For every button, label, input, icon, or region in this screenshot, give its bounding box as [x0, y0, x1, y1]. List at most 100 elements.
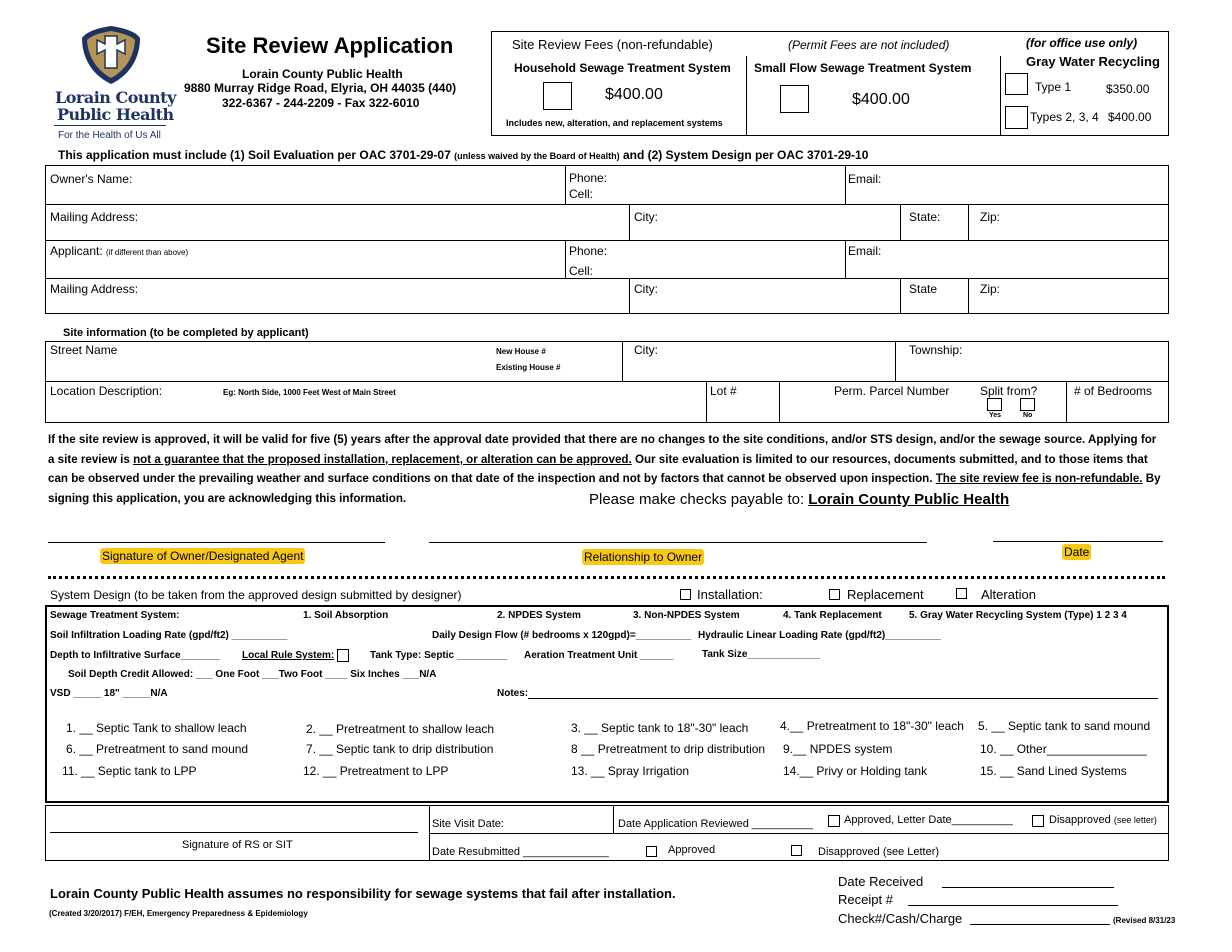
parcel-number-field[interactable]: Perm. Parcel Number	[834, 384, 949, 398]
installation-label: Installation:	[697, 587, 763, 602]
date-received-label: Date Received	[838, 874, 924, 889]
owner-cell-field[interactable]: Cell:	[569, 187, 593, 201]
applicant-city-field[interactable]: City:	[634, 282, 658, 296]
system-option-13[interactable]: 13. __ Spray Irrigation	[571, 764, 689, 778]
tank-size-field[interactable]: Tank Size_____________	[702, 649, 820, 660]
disapproved-checkbox[interactable]	[791, 845, 802, 856]
owner-email-field[interactable]: Email:	[848, 172, 881, 186]
checks-payable: Please make checks payable to: Lorain Co…	[589, 491, 1009, 508]
org-address: 9880 Murray Ridge Road, Elyria, OH 44035…	[184, 81, 457, 95]
smallflow-label: Small Flow Sewage Treatment System	[754, 61, 972, 75]
applicant-cell-field[interactable]: Cell:	[569, 264, 593, 278]
system-option-4[interactable]: 4.__ Pretreatment to 18"-30" leach	[780, 719, 964, 733]
system-option-7[interactable]: 7. __ Septic tank to drip distribution	[306, 742, 493, 756]
option-soil-absorption[interactable]: 1. Soil Absorption	[303, 610, 388, 621]
site-city-field[interactable]: City:	[634, 343, 658, 357]
soil-depth-credit-field[interactable]: Soil Depth Credit Allowed: ___ One Foot …	[68, 669, 436, 680]
receipt-line[interactable]	[908, 905, 1118, 906]
option-non-npdes[interactable]: 3. Non-NPDES System	[633, 610, 740, 621]
new-house-field[interactable]: New House #	[496, 347, 546, 356]
system-option-9[interactable]: 9.__ NPDES system	[783, 742, 892, 756]
local-rule-checkbox[interactable]	[337, 649, 349, 662]
smallflow-checkbox[interactable]	[780, 85, 809, 113]
aeration-unit-field[interactable]: Aeration Treatment Unit ______	[524, 650, 674, 661]
split-yes-checkbox[interactable]	[987, 398, 1002, 411]
owner-state-field[interactable]: State:	[909, 210, 940, 224]
street-name-field[interactable]: Street Name	[50, 343, 117, 357]
tank-type-field[interactable]: Tank Type: Septic _________	[370, 650, 507, 661]
date-reviewed-field[interactable]: Date Application Reviewed __________	[618, 818, 813, 830]
smallflow-price: $400.00	[852, 91, 910, 108]
system-option-3[interactable]: 3. __ Septic tank to 18"-30" leach	[571, 721, 748, 735]
system-option-8[interactable]: 8 __ Pretreatment to drip distribution	[571, 742, 765, 756]
existing-house-field[interactable]: Existing House #	[496, 363, 560, 372]
owner-zip-field[interactable]: Zip:	[980, 210, 1000, 224]
applicant-mailing-field[interactable]: Mailing Address:	[50, 282, 138, 296]
option-gray-water[interactable]: 5. Gray Water Recycling System (Type) 1 …	[909, 610, 1127, 621]
household-price: $400.00	[605, 86, 663, 103]
lcph-shield-logo-icon	[82, 26, 140, 84]
soil-loading-rate-field[interactable]: Soil Infiltration Loading Rate (gpd/ft2)…	[50, 630, 287, 641]
rs-signature-line[interactable]	[50, 832, 418, 833]
system-option-15[interactable]: 15. __ Sand Lined Systems	[980, 764, 1127, 778]
date-resubmitted-field[interactable]: Date Resubmitted ______________	[432, 846, 609, 858]
approved-letter-checkbox[interactable]	[828, 815, 840, 827]
check-cash-charge-line[interactable]	[970, 924, 1110, 925]
split-yes-label: Yes	[989, 412, 1002, 419]
system-option-11[interactable]: 11. __ Septic tank to LPP	[62, 764, 197, 778]
depth-infiltrative-field[interactable]: Depth to Infiltrative Surface_______	[50, 650, 220, 661]
household-checkbox[interactable]	[543, 82, 572, 110]
option-npdes[interactable]: 2. NPDES System	[497, 610, 581, 621]
replacement-checkbox[interactable]	[829, 589, 840, 600]
system-option-10[interactable]: 10. __ Other_______________	[980, 742, 1147, 756]
applicant-field[interactable]: Applicant: (if different than above)	[50, 244, 188, 258]
alteration-checkbox[interactable]	[956, 588, 967, 599]
owner-signature-line[interactable]	[48, 542, 385, 543]
type1-label: Type 1	[1035, 80, 1072, 94]
type1-price: $350.00	[1106, 82, 1150, 96]
notes-line[interactable]	[528, 698, 1158, 699]
owner-city-field[interactable]: City:	[634, 210, 658, 224]
fees-heading: Site Review Fees (non-refundable)	[512, 37, 713, 52]
location-description-field[interactable]: Location Description:	[50, 384, 162, 398]
system-option-5[interactable]: 5. __ Septic tank to sand mound	[978, 719, 1150, 733]
approved-letter-label: Approved, Letter Date__________	[844, 814, 1013, 826]
bedrooms-field[interactable]: # of Bedrooms	[1074, 384, 1152, 398]
applicant-label: Applicant:	[50, 244, 107, 258]
applicant-email-field[interactable]: Email:	[848, 244, 881, 258]
township-field[interactable]: Township:	[909, 343, 962, 357]
applicant-zip-field[interactable]: Zip:	[980, 282, 1000, 296]
disapproved-letter-checkbox[interactable]	[1032, 815, 1044, 827]
system-option-2[interactable]: 2. __ Pretreatment to shallow leach	[306, 722, 494, 736]
owner-phone-field[interactable]: Phone:	[569, 171, 607, 185]
lot-field[interactable]: Lot #	[710, 384, 737, 398]
approved-checkbox[interactable]	[646, 846, 657, 857]
date-received-line[interactable]	[942, 887, 1114, 888]
applicant-state-field[interactable]: State	[909, 282, 937, 296]
daily-design-flow-field[interactable]: Daily Design Flow (# bedrooms x 120gpd)=…	[432, 630, 691, 641]
notes-label: Notes:	[497, 688, 529, 699]
owner-name-field[interactable]: Owner's Name:	[50, 172, 132, 186]
rs-signature-label: Signature of RS or SIT	[182, 839, 293, 851]
installation-checkbox[interactable]	[680, 589, 691, 600]
fees-divider	[1000, 56, 1001, 136]
hydraulic-loading-rate-field[interactable]: Hydraulic Linear Loading Rate (gpd/ft2)_…	[698, 630, 941, 641]
system-option-6[interactable]: 6. __ Pretreatment to sand mound	[66, 742, 248, 756]
system-option-14[interactable]: 14.__ Privy or Holding tank	[783, 764, 927, 778]
split-no-checkbox[interactable]	[1020, 398, 1035, 411]
system-option-1[interactable]: 1. __ Septic Tank to shallow leach	[66, 721, 247, 735]
alteration-label: Alteration	[981, 587, 1036, 602]
date-line[interactable]	[993, 541, 1163, 542]
household-note: Includes new, alteration, and replacemen…	[506, 118, 723, 128]
site-visit-date-field[interactable]: Site Visit Date:	[432, 818, 504, 830]
applicant-phone-field[interactable]: Phone:	[569, 244, 607, 258]
type1-checkbox[interactable]	[1005, 73, 1028, 95]
vsd-field[interactable]: VSD _____ 18" _____N/A	[50, 688, 168, 699]
checks-label: Please make checks payable to:	[589, 491, 809, 508]
types234-checkbox[interactable]	[1005, 106, 1028, 129]
relationship-line[interactable]	[429, 542, 927, 543]
owner-mailing-field[interactable]: Mailing Address:	[50, 210, 138, 224]
system-option-12[interactable]: 12. __ Pretreatment to LPP	[303, 764, 448, 778]
system-design-heading: System Design (to be taken from the appr…	[50, 588, 462, 602]
option-tank-replacement[interactable]: 4. Tank Replacement	[783, 610, 882, 621]
